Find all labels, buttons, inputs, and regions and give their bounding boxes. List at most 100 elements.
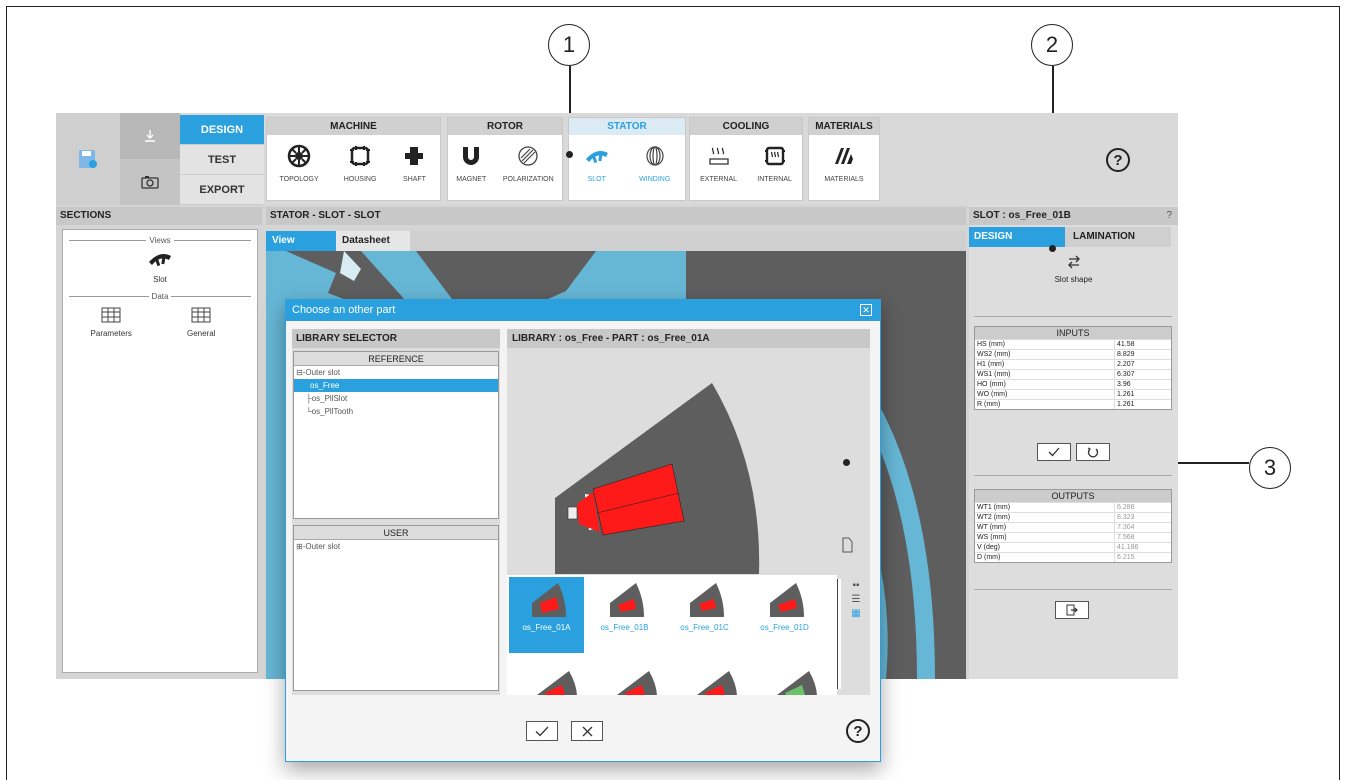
tree-node-outer-slot[interactable]: ⊟-Outer slot xyxy=(294,366,498,379)
reset-inputs-button[interactable] xyxy=(1076,443,1110,461)
section-slot-view[interactable]: Slot xyxy=(63,249,257,284)
screenshot-button[interactable] xyxy=(120,159,180,205)
shaft-button[interactable]: SHAFT xyxy=(401,143,427,183)
housing-button[interactable]: HOUSING xyxy=(344,143,376,183)
inputs-row: R (mm) 1.261 xyxy=(975,399,1171,409)
user-header: USER xyxy=(294,526,498,540)
outputs-row: WS (mm) 7.568 xyxy=(975,532,1171,542)
tab-design[interactable]: DESIGN xyxy=(969,227,1065,247)
materials-button[interactable]: MATERIALS xyxy=(824,143,864,183)
main-help-button[interactable]: ? xyxy=(1106,148,1130,172)
check-icon xyxy=(535,726,549,736)
external-cooling-label: EXTERNAL xyxy=(700,176,738,183)
winding-icon xyxy=(642,143,668,169)
dialog-ok-button[interactable] xyxy=(526,721,558,741)
thumb-os-free-01c[interactable]: os_Free_01C xyxy=(667,577,742,653)
topology-button[interactable]: TOPOLOGY xyxy=(280,143,319,183)
inputs-param-value[interactable]: 2.207 xyxy=(1115,360,1171,369)
housing-icon xyxy=(347,143,373,169)
topology-icon xyxy=(286,143,312,169)
close-icon xyxy=(582,726,592,736)
internal-cooling-label: INTERNAL xyxy=(757,176,792,183)
external-cooling-button[interactable]: EXTERNAL xyxy=(700,143,737,183)
inputs-param-name: WS2 (mm) xyxy=(975,350,1115,359)
inputs-row: WS1 (mm) 6.307 xyxy=(975,369,1171,379)
callout-3-dot xyxy=(843,459,850,466)
tree-node-os-plltooth[interactable]: └os_PllTooth xyxy=(294,405,498,418)
library-selector-panel: LIBRARY SELECTOR REFERENCE ⊟-Outer slot … xyxy=(292,329,500,695)
slot-view-icon xyxy=(149,254,171,267)
winding-button[interactable]: WINDING xyxy=(639,143,670,183)
section-general[interactable]: General xyxy=(187,307,215,338)
group-machine: MACHINE TOPOLOGY HOUSING SHAFT xyxy=(266,117,441,201)
inputs-param-name: H1 (mm) xyxy=(975,360,1115,369)
list-view-icon[interactable]: ☰ xyxy=(850,595,862,605)
magnet-icon xyxy=(458,143,484,169)
outputs-row: WT (mm) 7.304 xyxy=(975,522,1171,532)
slot-shape-label: Slot shape xyxy=(1054,275,1093,284)
swap-arrows-icon xyxy=(1067,255,1080,269)
outputs-title: OUTPUTS xyxy=(975,490,1171,502)
inputs-param-value[interactable]: 8.829 xyxy=(1115,350,1171,359)
inputs-param-value[interactable]: 1.261 xyxy=(1115,390,1171,399)
magnet-button[interactable]: MAGNET xyxy=(456,143,486,183)
import-button[interactable] xyxy=(120,113,180,159)
thumb-label: os_Free_01B xyxy=(600,623,649,632)
shaft-icon xyxy=(401,143,427,169)
internal-cooling-button[interactable]: INTERNAL xyxy=(757,143,792,183)
save-button[interactable] xyxy=(56,113,120,205)
inputs-row: HS (mm) 41.58 xyxy=(975,339,1171,349)
tab-view[interactable]: View xyxy=(266,231,336,251)
thumb-os-free-01d[interactable]: os_Free_01D xyxy=(747,577,822,653)
mode-design-button[interactable]: DESIGN xyxy=(180,115,264,145)
mode-export-button[interactable]: EXPORT xyxy=(180,175,264,205)
export-outputs-button[interactable] xyxy=(1055,601,1089,619)
import-icon xyxy=(145,130,155,142)
tab-datasheet[interactable]: Datasheet xyxy=(336,231,410,251)
dialog-help-button[interactable]: ? xyxy=(846,719,870,743)
export-icon xyxy=(1066,604,1078,616)
dialog-cancel-button[interactable] xyxy=(571,721,603,741)
polarization-button[interactable]: POLARIZATION xyxy=(503,143,554,183)
shaft-label: SHAFT xyxy=(402,176,426,183)
dialog-close-icon[interactable]: ✕ xyxy=(860,304,872,316)
callout-3: 3 xyxy=(1249,447,1291,489)
save-icon xyxy=(79,150,97,168)
thumb-os-free-01b[interactable]: os_Free_01B xyxy=(587,577,662,653)
thumb-os-free-01a[interactable]: os_Free_01A xyxy=(509,577,584,653)
outputs-param-value: 7.568 xyxy=(1117,534,1135,541)
reset-icon xyxy=(1087,447,1099,458)
slot-button[interactable]: SLOT xyxy=(584,143,610,183)
slot-panel-help[interactable]: ? xyxy=(1166,210,1172,221)
inputs-row: H1 (mm) 2.207 xyxy=(975,359,1171,369)
dialog-title: Choose an other part xyxy=(292,304,396,316)
outputs-row: D (mm) 6.215 xyxy=(975,552,1171,562)
user-tree-node-outer-slot[interactable]: ⊞-Outer slot xyxy=(294,540,498,553)
grid-view-icon[interactable]: ▦ xyxy=(850,609,862,619)
inputs-param-value[interactable]: 1.261 xyxy=(1115,400,1171,409)
polarization-label: POLARIZATION xyxy=(502,176,554,183)
tree-node-os-free[interactable]: os_Free xyxy=(294,379,498,392)
tab-lamination[interactable]: LAMINATION xyxy=(1065,227,1171,247)
section-general-label: General xyxy=(186,329,216,338)
slot-shape-button[interactable]: Slot shape xyxy=(969,253,1178,284)
inputs-param-value[interactable]: 3.96 xyxy=(1115,380,1171,389)
film-view-icon[interactable]: ▪▪ xyxy=(850,581,862,591)
camera-icon xyxy=(141,176,159,189)
outputs-row: WT1 (mm) 6.286 xyxy=(975,502,1171,512)
callout-1: 1 xyxy=(548,24,590,66)
outputs-param-name: WT (mm) xyxy=(975,523,1115,532)
mode-test-button[interactable]: TEST xyxy=(180,145,264,175)
outputs-param-value: 41.186 xyxy=(1117,544,1139,551)
thumbnails-scrollbar[interactable] xyxy=(837,579,841,689)
outputs-row: WT2 (mm) 8.323 xyxy=(975,512,1171,522)
thumb-label: os_Free_01C xyxy=(680,623,729,632)
materials-label: MATERIALS xyxy=(824,176,864,183)
validate-inputs-button[interactable] xyxy=(1037,443,1071,461)
group-stator: STATOR SLOT WINDING xyxy=(568,117,686,201)
tree-node-os-pllslot[interactable]: ├os_PllSlot xyxy=(294,392,498,405)
section-parameters[interactable]: Parameters xyxy=(91,307,132,338)
inputs-param-value[interactable]: 6.307 xyxy=(1115,370,1171,379)
ribbon-toolbar: DESIGN TEST EXPORT MACHINE TOPOLOGY HOUS… xyxy=(56,113,1178,205)
inputs-param-value[interactable]: 41.58 xyxy=(1115,340,1171,349)
